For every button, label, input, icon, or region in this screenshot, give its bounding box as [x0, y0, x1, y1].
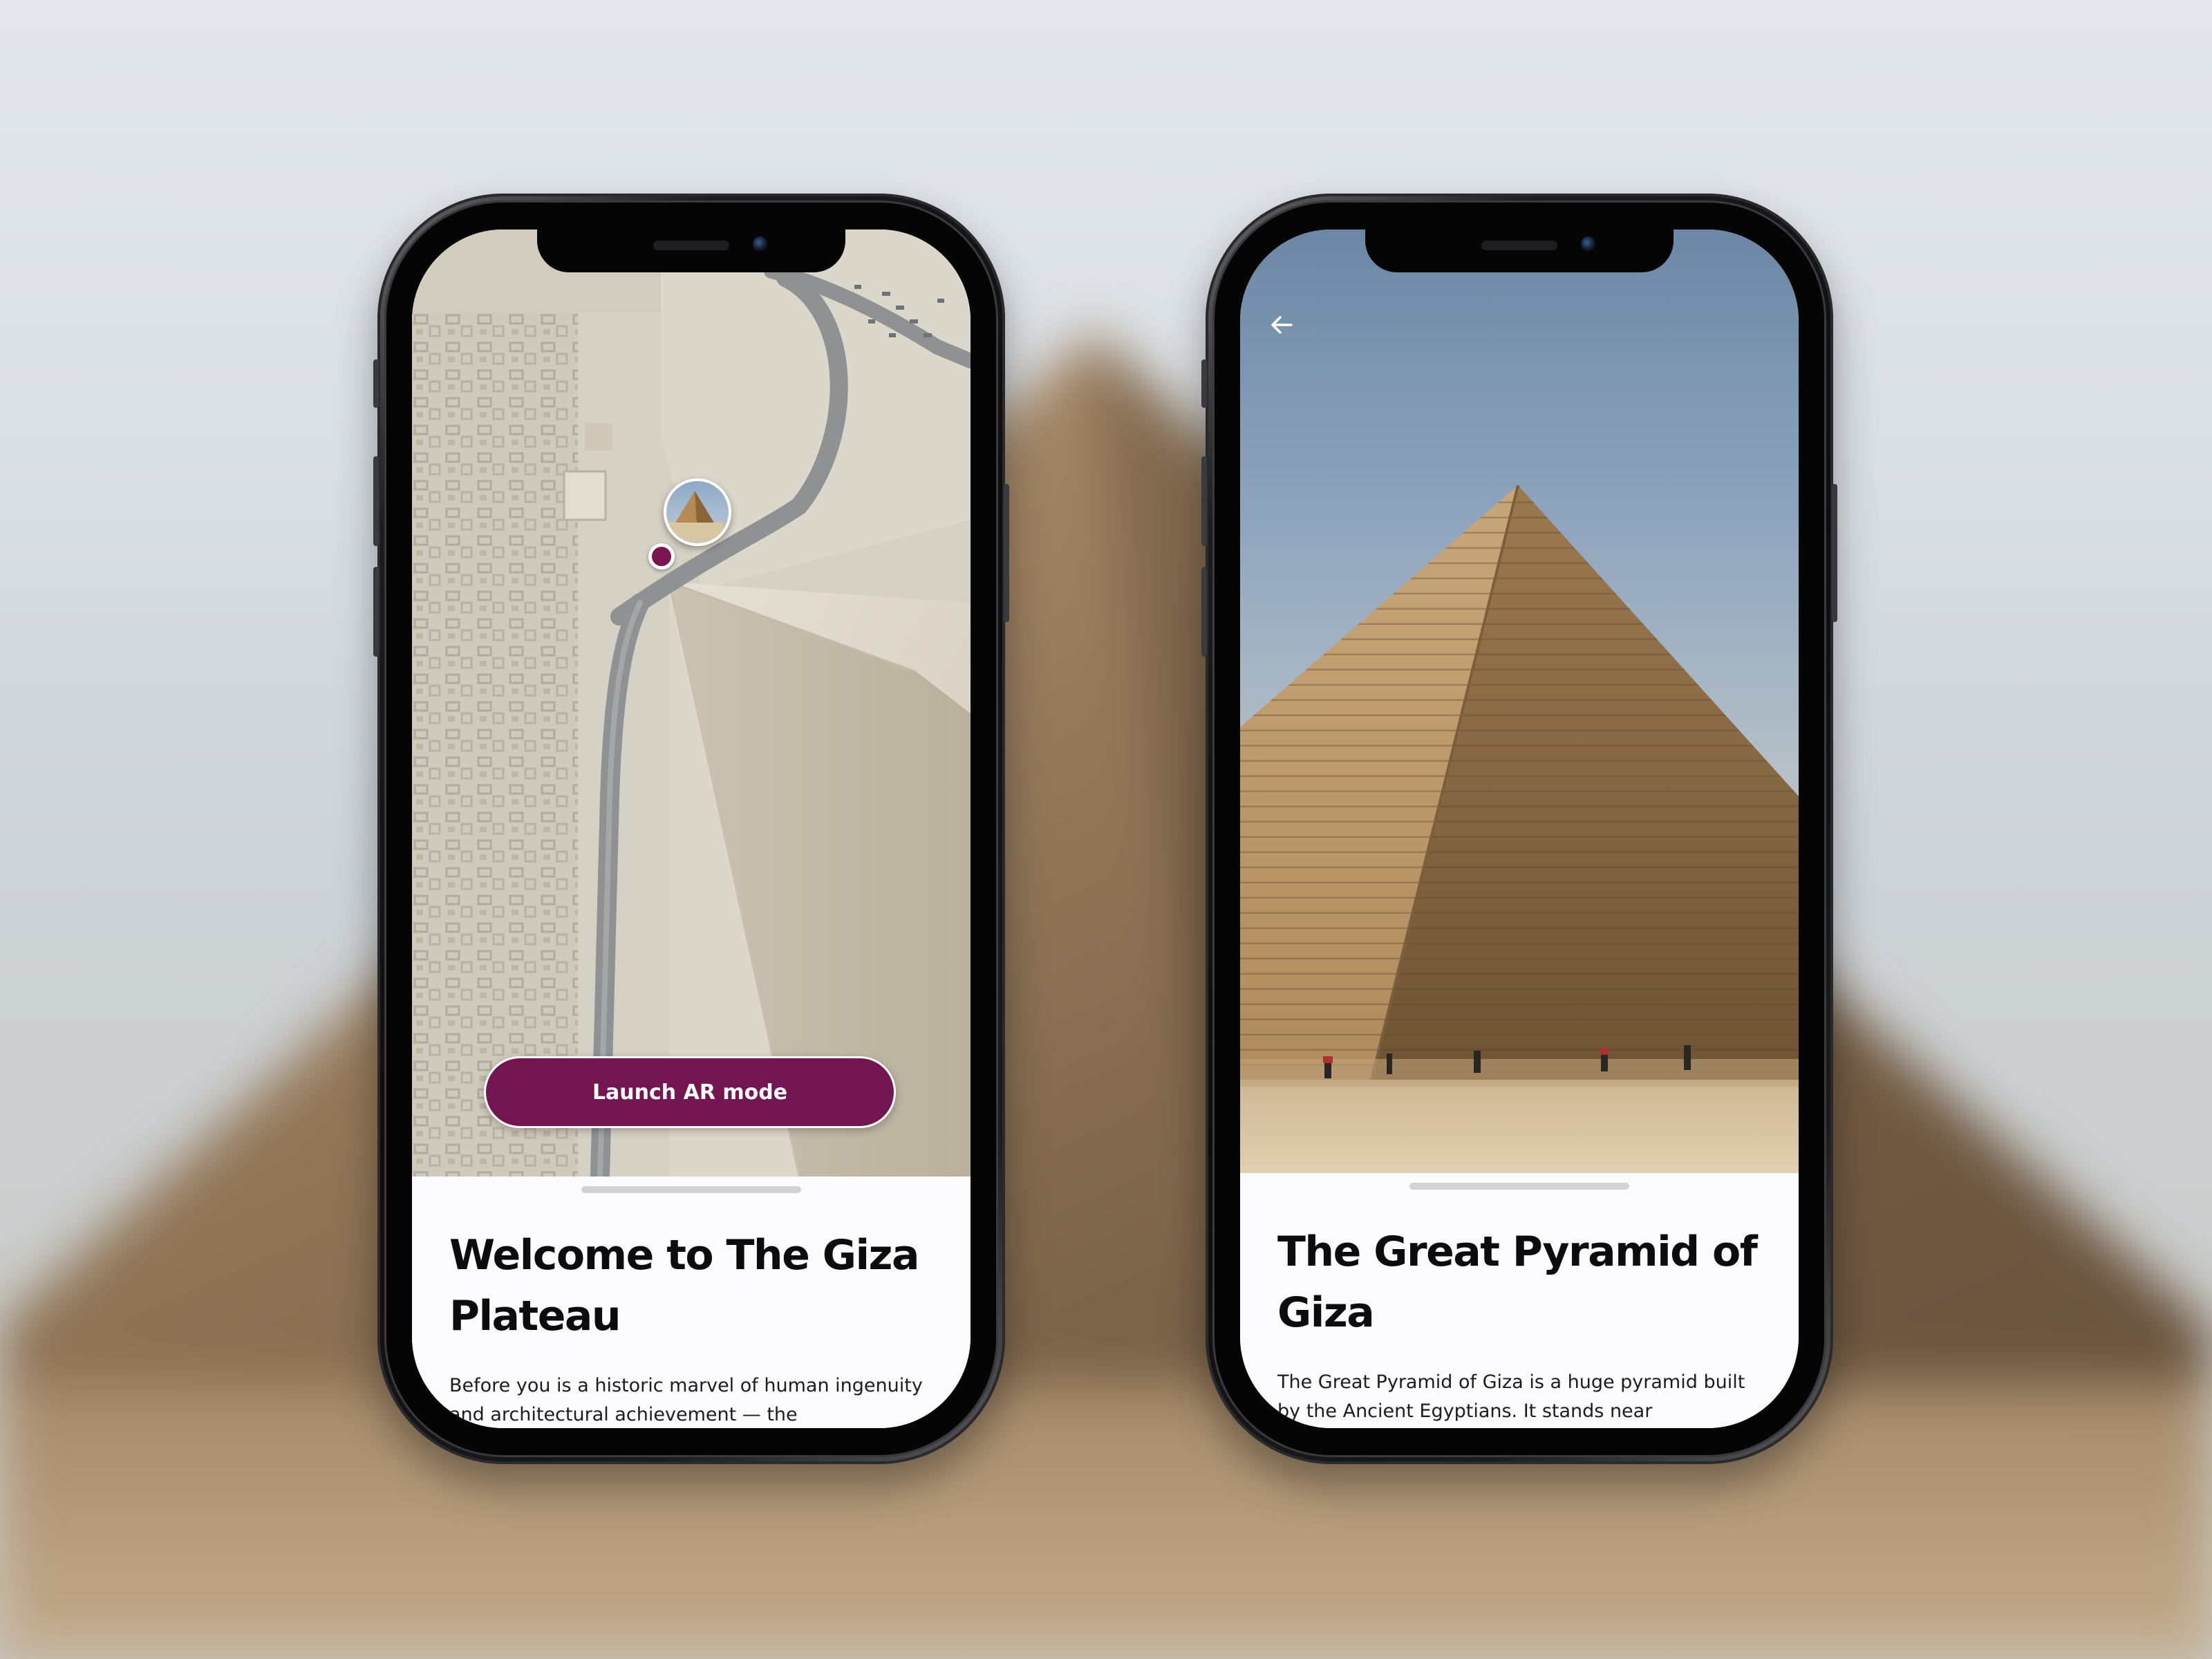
- phone-notch: [1365, 229, 1674, 272]
- description-text: The Great Pyramid of Giza is a huge pyra…: [1277, 1371, 1745, 1422]
- phone-left: Launch AR mode Welcome to The Giza Plate…: [373, 194, 1009, 1464]
- sheet-grabber-handle[interactable]: [581, 1186, 801, 1193]
- arrow-left-icon[interactable]: [1268, 311, 1309, 353]
- screen-map: Launch AR mode Welcome to The Giza Plate…: [412, 229, 971, 1428]
- pyramid-thumbnail-pin[interactable]: [664, 478, 731, 546]
- current-location-dot: [648, 543, 675, 570]
- bottom-sheet[interactable]: Welcome to The Giza Plateau Before you i…: [412, 1177, 971, 1428]
- launch-ar-button[interactable]: Launch AR mode: [484, 1056, 896, 1128]
- bottom-sheet[interactable]: The Great Pyramid of Giza The Great Pyra…: [1240, 1173, 1799, 1428]
- satellite-map[interactable]: Launch AR mode: [412, 229, 971, 1177]
- blurred-pyramid-background: [0, 0, 2212, 1659]
- page-title: The Great Pyramid of Giza: [1277, 1228, 1758, 1337]
- phone-right: The Great Pyramid of Giza The Great Pyra…: [1201, 194, 1837, 1464]
- pyramid-photo: [1240, 229, 1799, 1173]
- sheet-grabber-handle[interactable]: [1409, 1183, 1629, 1190]
- background-pyramid-shape: [0, 332, 2212, 1659]
- phone-notch: [537, 229, 845, 272]
- page-title: Welcome to The Giza Plateau: [449, 1231, 919, 1340]
- screen-detail: The Great Pyramid of Giza The Great Pyra…: [1240, 229, 1799, 1428]
- description-text: Before you is a historic marvel of human…: [449, 1375, 923, 1425]
